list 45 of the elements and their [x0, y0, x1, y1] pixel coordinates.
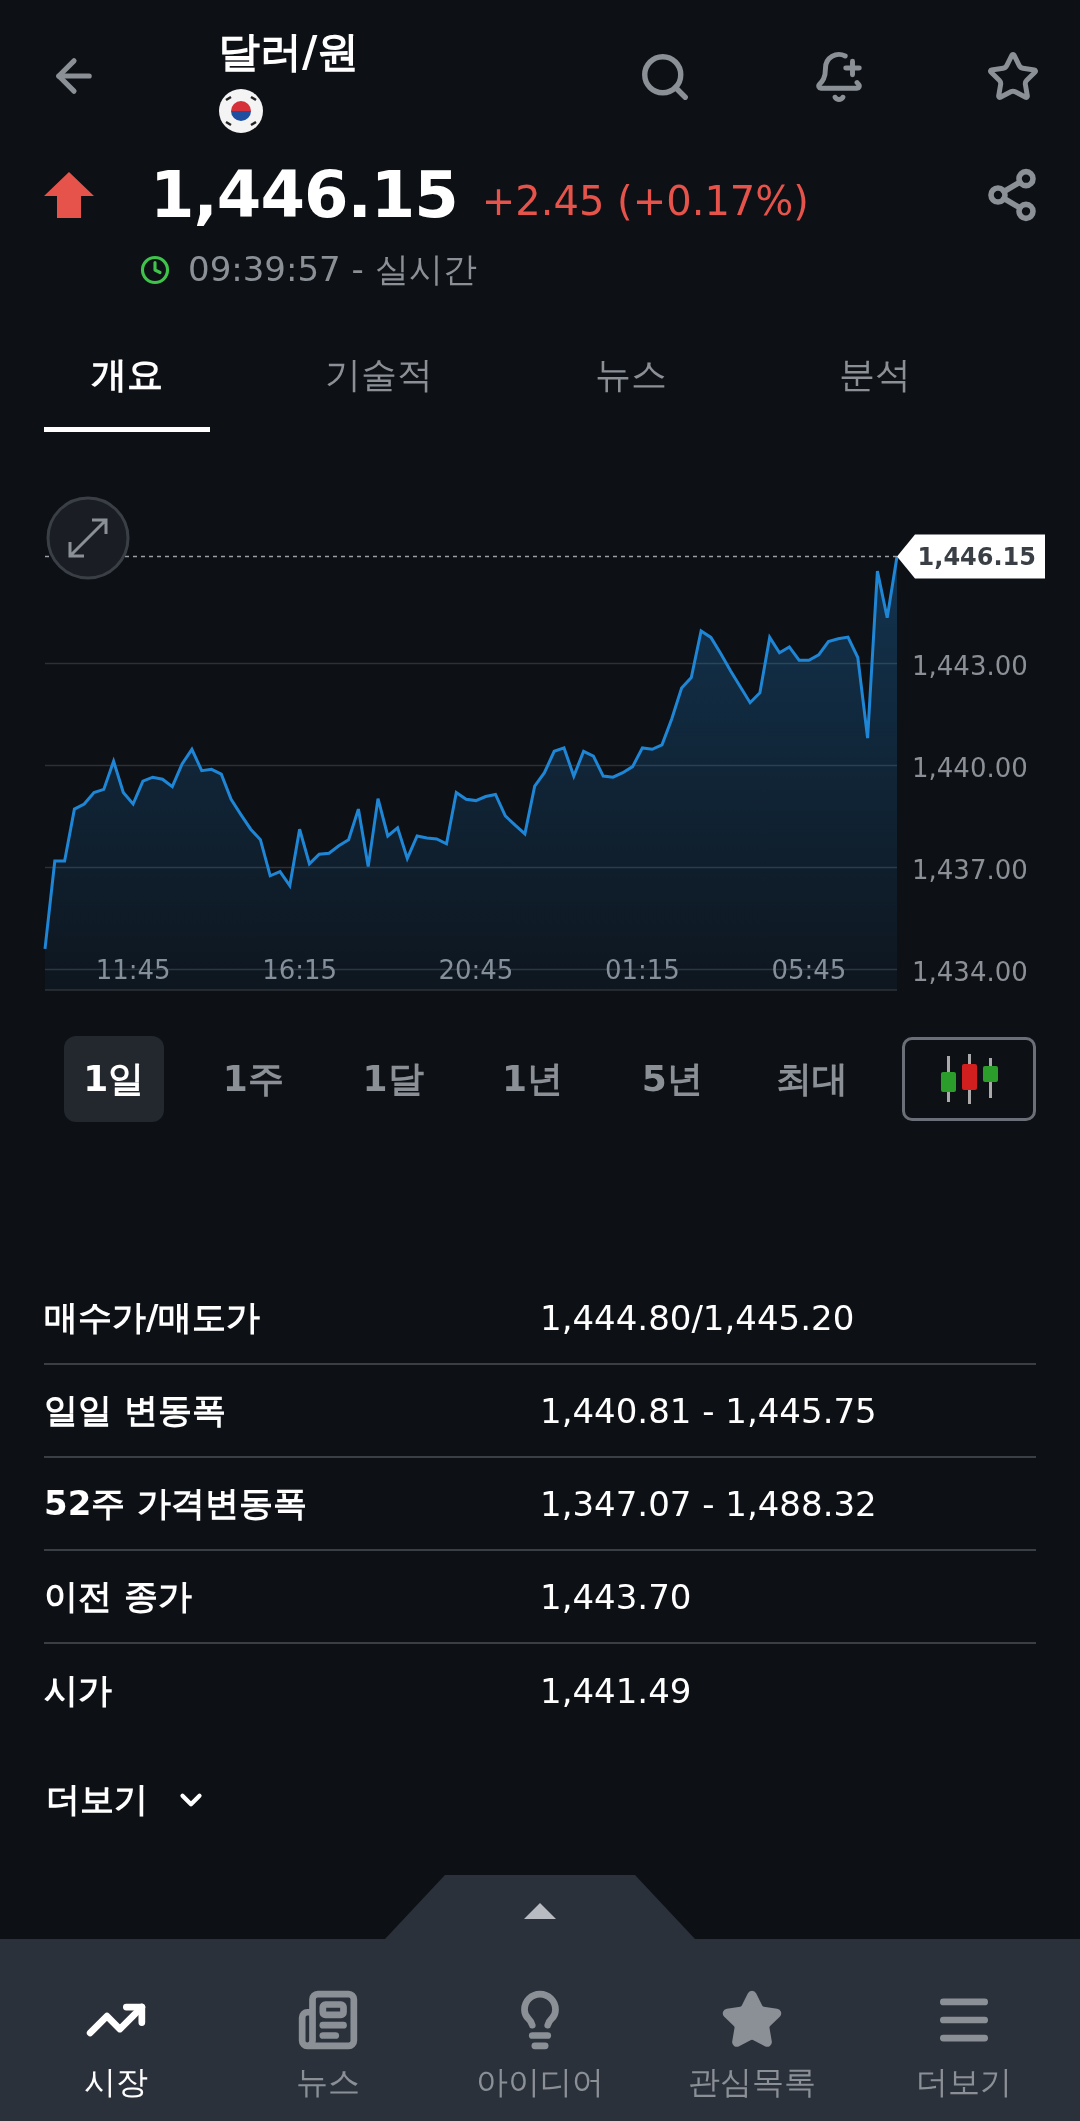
flag-icon	[218, 88, 264, 134]
clock-icon	[140, 255, 170, 285]
axis-label: 16:15	[262, 955, 338, 985]
expand-button[interactable]	[46, 496, 130, 580]
stat-value: 1,444.80/1,445.20	[540, 1297, 855, 1338]
axis-label: 11:45	[95, 955, 171, 985]
price-change: +2.45 (+0.17%)	[481, 178, 810, 224]
stat-value: 1,347.07 - 1,488.32	[540, 1483, 877, 1524]
stat-label: 52주 가격변동폭	[44, 1481, 309, 1525]
nav-item[interactable]: 시장	[10, 1939, 222, 2121]
more-button[interactable]: 더보기	[46, 1777, 208, 1823]
tab[interactable]: 분석	[800, 344, 950, 432]
axis-label: 1,434.00	[912, 956, 1028, 987]
range-button[interactable]: 1일	[64, 1036, 164, 1122]
quote-time: 09:39:57 - 실시간	[188, 248, 477, 291]
stat-value: 1,443.70	[540, 1576, 692, 1617]
nav-item[interactable]: 뉴스	[222, 1939, 434, 2121]
axis-label: 01:15	[604, 955, 680, 985]
tab[interactable]: 개요	[44, 344, 210, 432]
nav-item[interactable]: 아이디어	[434, 1939, 646, 2121]
axis-label: 05:45	[771, 955, 847, 985]
nav-item[interactable]: 관심목록	[646, 1939, 858, 2121]
range-button[interactable]: 1주	[203, 1036, 304, 1122]
price-tag: 1,446.15	[897, 534, 1045, 579]
tab[interactable]: 기술적	[296, 344, 462, 432]
price: 1,446.15	[150, 158, 458, 232]
axis-label: 1,437.00	[912, 854, 1028, 885]
pair-title: 달러/원	[218, 26, 361, 78]
axis-label: 1,440.00	[912, 752, 1028, 783]
stat-value: 1,441.49	[540, 1670, 692, 1711]
stat-label: 일일 변동폭	[44, 1388, 227, 1432]
range-button[interactable]: 최대	[761, 1036, 862, 1122]
candlestick-button[interactable]	[901, 1037, 1036, 1121]
range-button[interactable]: 1년	[482, 1036, 583, 1122]
newspaper-icon	[297, 1989, 359, 2051]
stat-label: 이전 종가	[44, 1574, 193, 1618]
range-button[interactable]: 5년	[622, 1036, 722, 1122]
stat-label: 시가	[44, 1668, 113, 1712]
range-button[interactable]: 1달	[343, 1036, 443, 1122]
tab[interactable]: 뉴스	[548, 344, 714, 432]
axis-label: 1,443.00	[912, 650, 1028, 681]
stat-label: 매수가/매도가	[44, 1295, 262, 1339]
axis-label: 20:45	[438, 955, 514, 985]
nav-item[interactable]: 더보기	[858, 1939, 1070, 2121]
stat-value: 1,440.81 - 1,445.75	[540, 1390, 877, 1431]
